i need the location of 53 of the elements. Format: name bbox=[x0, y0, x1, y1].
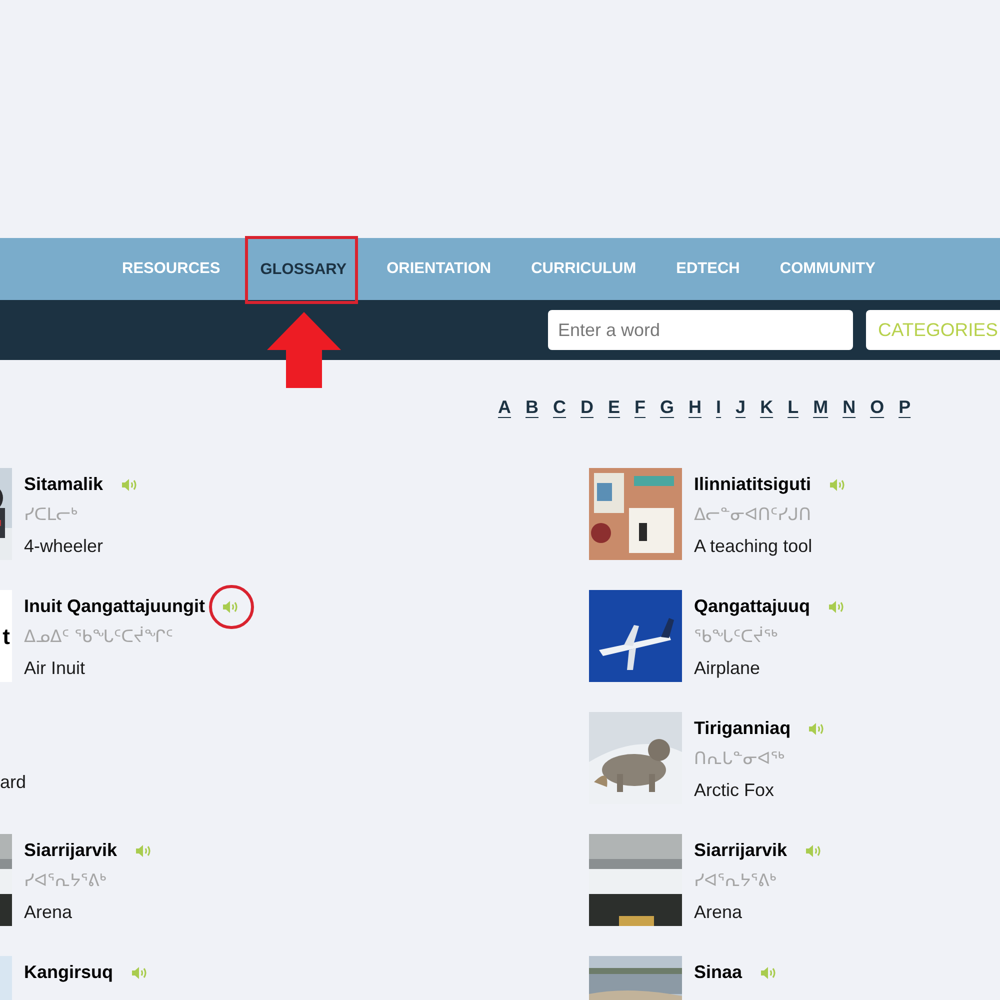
translation-text: Airplane bbox=[694, 657, 762, 680]
syllabics-text: ᓯᑕᒪᓕᒃ bbox=[24, 504, 79, 527]
speaker-icon bbox=[134, 844, 153, 858]
translation-text: Air Inuit bbox=[24, 657, 86, 680]
alphabet-link[interactable]: B bbox=[526, 394, 538, 418]
translation-text: Arena bbox=[24, 901, 74, 924]
speaker-icon bbox=[804, 844, 823, 858]
word-title: Tiriganniaq bbox=[694, 717, 791, 740]
syllabics-text: ᐃᓕᓐᓂᐊᑎᑦᓯᒍᑎ bbox=[694, 504, 812, 527]
word-title: Siarrijarvik bbox=[694, 839, 788, 862]
speaker-icon bbox=[130, 966, 149, 980]
word-title: Inuit Qangattajuungit bbox=[24, 595, 205, 618]
translation-text: 4-wheeler bbox=[24, 535, 104, 558]
syllabics-text: ᑎᕆᒐᓐᓂᐊᖅ bbox=[694, 748, 786, 771]
alphabet-link[interactable]: N bbox=[842, 394, 856, 418]
translation-text: Arena bbox=[694, 901, 744, 924]
logo-text: t bbox=[2, 622, 10, 650]
speaker-icon bbox=[222, 600, 240, 614]
alphabet-link[interactable]: I bbox=[716, 394, 722, 418]
word-title: Sitamalik bbox=[24, 473, 104, 496]
alphabet-link[interactable]: E bbox=[608, 394, 620, 418]
word-title: Qangattajuuq bbox=[694, 595, 810, 618]
alphabet-link[interactable]: L bbox=[788, 394, 799, 418]
alphabet-link[interactable]: F bbox=[634, 394, 646, 418]
alphabet-link[interactable]: J bbox=[736, 394, 746, 418]
nav-link[interactable]: GLOSSARY bbox=[248, 239, 355, 301]
translation-text: A teaching tool bbox=[694, 535, 814, 558]
translation-text: ard bbox=[0, 771, 26, 794]
speaker-icon bbox=[828, 600, 846, 614]
alphabet-link[interactable]: K bbox=[760, 394, 774, 418]
translation-text: Arctic Fox bbox=[694, 779, 776, 802]
alphabet-link[interactable]: G bbox=[660, 394, 674, 418]
speaker-icon bbox=[120, 478, 139, 492]
alphabet-link[interactable]: O bbox=[870, 394, 884, 418]
speaker-icon bbox=[828, 478, 846, 492]
word-title: Ilinniatitsiguti bbox=[694, 473, 811, 496]
alphabet-link[interactable]: C bbox=[553, 394, 566, 418]
syllabics-text: ᖃᖓᑦᑕᔫᖅ bbox=[694, 626, 779, 649]
alphabet-link[interactable]: D bbox=[580, 394, 594, 418]
word-title: Siarrijarvik bbox=[24, 839, 118, 862]
syllabics-text: ᐃᓄᐃᑦ ᖃᖓᑦᑕᔫᖏᑦ bbox=[24, 626, 174, 649]
speaker-icon bbox=[760, 966, 778, 980]
syllabics-text: ᓯᐊᕐᕆᔭᕐᕕᒃ bbox=[694, 870, 778, 893]
speaker-icon bbox=[808, 722, 826, 736]
alphabet-link[interactable]: H bbox=[688, 394, 702, 418]
word-title: Sinaa bbox=[694, 961, 742, 984]
alphabet-link[interactable]: A bbox=[498, 394, 511, 418]
audio-button[interactable] bbox=[208, 584, 254, 628]
alphabet-link[interactable]: M bbox=[813, 394, 828, 418]
alphabet-link[interactable]: P bbox=[898, 394, 911, 418]
word-title: Kangirsuq bbox=[24, 961, 114, 984]
search-field[interactable]: Enter a word bbox=[548, 310, 853, 350]
syllabics-text: ᓯᐊᕐᕆᔭᕐᕕᒃ bbox=[24, 870, 108, 893]
